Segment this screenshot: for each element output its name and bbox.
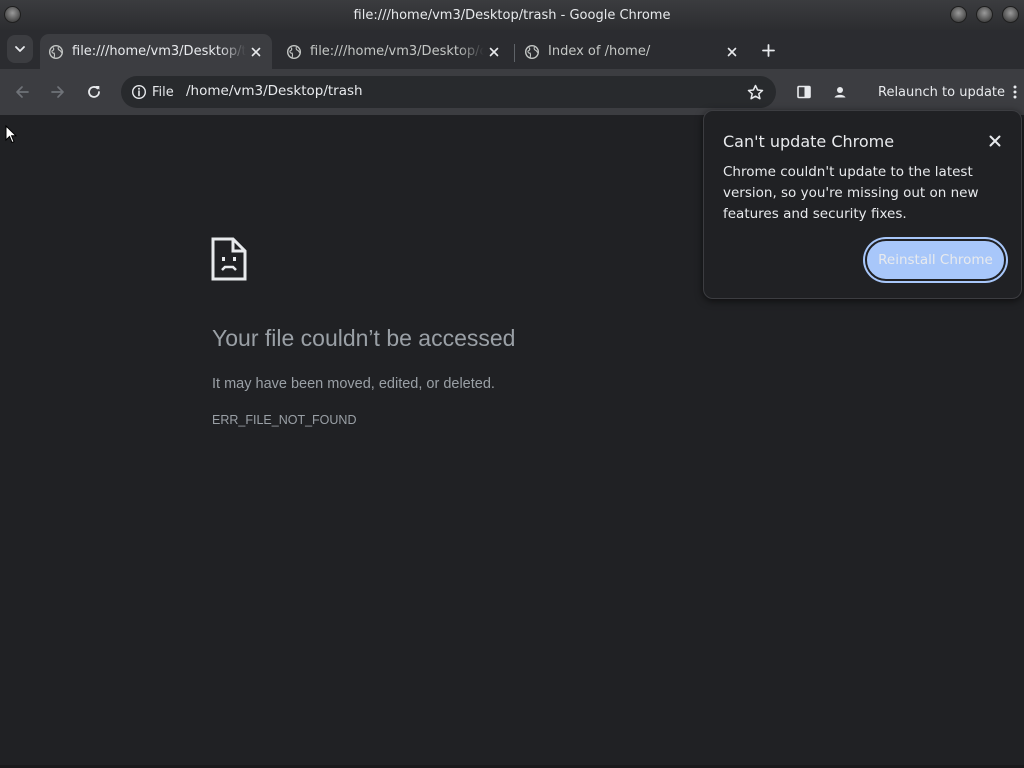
new-tab-button[interactable]	[756, 38, 780, 62]
tab-title: file:///home/vm3/Desktop/co	[310, 44, 484, 59]
close-icon	[489, 47, 499, 56]
star-icon	[747, 84, 763, 99]
globe-icon	[286, 44, 302, 59]
window-titlebar: file:///home/vm3/Desktop/trash - Google …	[0, 0, 1024, 30]
account-icon	[832, 84, 848, 100]
address-bar[interactable]: File /home/vm3/Desktop/trash	[121, 76, 776, 108]
side-panel-button[interactable]	[792, 80, 816, 104]
tab-title: file:///home/vm3/Desktop/trash	[72, 44, 246, 59]
tab-1[interactable]: file:///home/vm3/Desktop/trash	[40, 34, 272, 69]
url-text[interactable]: /home/vm3/Desktop/trash	[186, 83, 363, 99]
relaunch-to-update-button[interactable]: Relaunch to update	[868, 77, 1023, 107]
more-vert-icon	[1013, 85, 1017, 99]
reload-icon	[88, 86, 100, 98]
close-window-button[interactable]	[1002, 6, 1019, 23]
bubble-close-button[interactable]	[985, 131, 1005, 151]
close-icon	[989, 135, 1001, 147]
close-icon	[727, 47, 737, 56]
reload-button[interactable]	[82, 80, 106, 104]
bookmark-button[interactable]	[744, 81, 766, 103]
window-title: file:///home/vm3/Desktop/trash - Google …	[353, 7, 671, 23]
mouse-cursor-icon	[5, 125, 17, 144]
profile-button[interactable]	[828, 80, 852, 104]
tab-3[interactable]: Index of /home/	[516, 34, 748, 69]
tab-strip: file:///home/vm3/Desktop/trash file:///h…	[0, 30, 1024, 69]
bubble-body: Chrome couldn't update to the latest ver…	[723, 164, 979, 222]
error-subtext: It may have been moved, edited, or delet…	[212, 376, 495, 392]
error-heading: Your file couldn’t be accessed	[212, 325, 516, 351]
error-code: ERR_FILE_NOT_FOUND	[212, 413, 357, 427]
relaunch-label: Relaunch to update	[878, 84, 1006, 100]
tab-title: Index of /home/	[548, 44, 651, 59]
side-panel-icon	[797, 85, 811, 99]
tab-close-button[interactable]	[484, 42, 504, 62]
forward-button[interactable]	[46, 80, 70, 104]
tab-separator	[514, 44, 515, 62]
tab-close-button[interactable]	[722, 42, 742, 62]
sad-file-icon	[211, 237, 247, 281]
arrow-right-icon	[51, 86, 64, 98]
minimize-button[interactable]	[950, 6, 967, 23]
window-menu-button[interactable]	[4, 6, 21, 23]
back-button[interactable]	[10, 80, 34, 104]
globe-icon	[48, 44, 64, 59]
tab-2[interactable]: file:///home/vm3/Desktop/co	[278, 34, 510, 69]
tab-close-button[interactable]	[246, 42, 266, 62]
tab-search-button[interactable]	[7, 35, 33, 63]
site-chip-label: File	[152, 84, 174, 100]
close-icon	[251, 47, 261, 56]
browser-toolbar: File /home/vm3/Desktop/trash Relaunch to…	[0, 69, 1024, 115]
info-icon	[131, 84, 147, 100]
chevron-down-icon	[15, 46, 25, 52]
update-error-bubble: Can't update Chrome Chrome couldn't upda…	[703, 110, 1022, 299]
maximize-button[interactable]	[976, 6, 993, 23]
arrow-left-icon	[16, 86, 29, 98]
reinstall-chrome-button[interactable]: Reinstall Chrome	[865, 239, 1006, 281]
globe-icon	[524, 44, 540, 59]
bubble-title: Can't update Chrome	[723, 132, 895, 151]
site-info-chip[interactable]: File	[127, 80, 182, 104]
plus-icon	[761, 43, 775, 57]
